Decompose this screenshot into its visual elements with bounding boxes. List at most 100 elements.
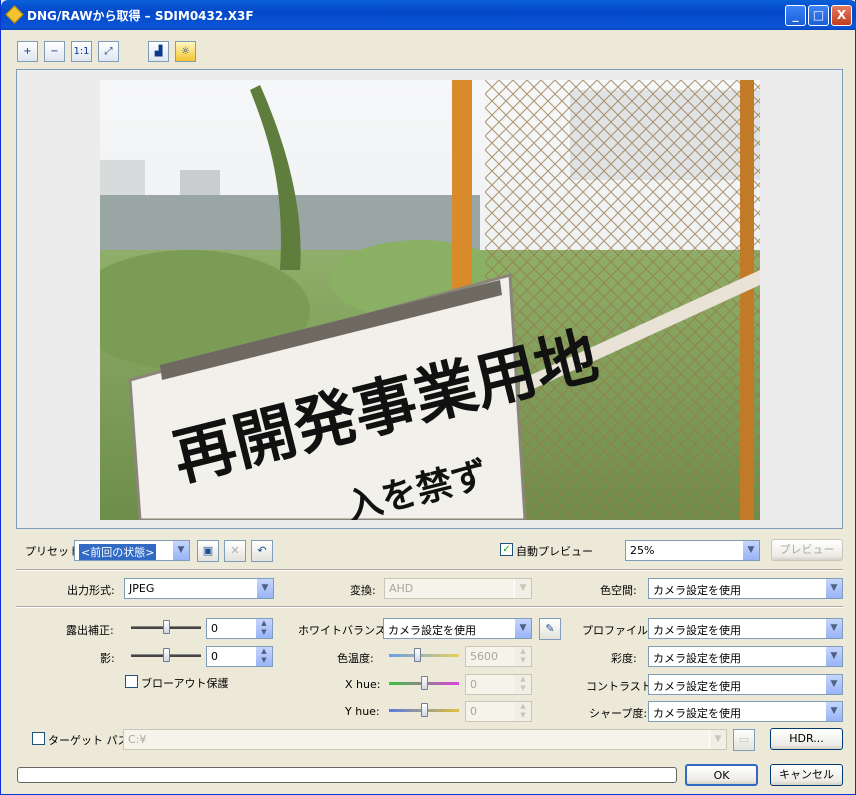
zoom-value: 25% <box>630 544 655 557</box>
fit-screen-icon[interactable]: ⤢ <box>98 41 119 62</box>
effects-icon[interactable]: ☼ <box>175 41 196 62</box>
convert-value: AHD <box>389 582 414 595</box>
sharpness-value: カメラ設定を使用 <box>653 707 741 720</box>
color-temp-stepper[interactable]: 5600 ▲ ▼ <box>465 646 532 667</box>
chevron-down-icon: ▼ <box>172 541 189 560</box>
divider <box>16 569 843 571</box>
chevron-down-icon: ▼ <box>825 647 842 666</box>
stepper-arrows-icon[interactable]: ▲ ▼ <box>256 619 272 638</box>
stepper-arrows-icon[interactable]: ▲ ▼ <box>515 675 531 694</box>
saturation-value: カメラ設定を使用 <box>653 652 741 665</box>
chevron-down-icon: ▼ <box>709 730 726 749</box>
target-path-checkbox[interactable] <box>32 732 45 745</box>
blowout-label: ブローアウト保護 <box>141 677 229 690</box>
y-hue-stepper[interactable]: 0 ▲ ▼ <box>465 701 532 722</box>
output-format-label: 出力形式: <box>67 584 115 597</box>
colorspace-value: カメラ設定を使用 <box>653 584 741 597</box>
cancel-button[interactable]: キャンセル <box>770 764 843 786</box>
saturation-label: 彩度: <box>611 652 637 665</box>
blowout-checkbox[interactable] <box>125 675 138 688</box>
contrast-value: カメラ設定を使用 <box>653 680 741 693</box>
y-hue-slider-knob[interactable] <box>421 703 428 717</box>
color-temp-value: 5600 <box>470 650 498 663</box>
exposure-value: 0 <box>211 622 218 635</box>
preview-button[interactable]: プレビュー <box>771 539 843 561</box>
zoom-out-icon[interactable]: − <box>44 41 65 62</box>
auto-preview-checkbox[interactable]: ✓ <box>500 543 513 556</box>
chevron-down-icon: ▼ <box>825 579 842 598</box>
delete-preset-icon[interactable]: ✕ <box>224 540 246 562</box>
stepper-arrows-icon[interactable]: ▲ ▼ <box>515 702 531 721</box>
shadow-slider-knob[interactable] <box>163 648 170 662</box>
chevron-down-icon: ▼ <box>514 579 531 598</box>
profile-select[interactable]: カメラ設定を使用 ▼ <box>648 618 843 639</box>
actual-size-icon[interactable]: 1:1 <box>71 41 92 62</box>
exposure-slider-knob[interactable] <box>163 620 170 634</box>
output-format-value: JPEG <box>129 582 155 595</box>
chevron-down-icon: ▼ <box>825 619 842 638</box>
shadow-label: 影: <box>100 652 115 665</box>
color-temp-label: 色温度: <box>337 652 374 665</box>
output-format-select[interactable]: JPEG ▼ <box>124 578 274 599</box>
app-icon <box>5 5 24 24</box>
preset-select[interactable]: <前回の状態> ▼ <box>74 540 190 561</box>
exposure-slider[interactable] <box>131 620 201 634</box>
folder-icon[interactable]: ▭ <box>733 729 755 751</box>
sharpness-select[interactable]: カメラ設定を使用 ▼ <box>648 701 843 722</box>
chevron-down-icon: ▼ <box>256 579 273 598</box>
maximize-button[interactable]: □ <box>808 5 829 26</box>
sharpness-label: シャープ度: <box>589 707 648 720</box>
contrast-select[interactable]: カメラ設定を使用 ▼ <box>648 674 843 695</box>
target-path-value: C:¥ <box>128 733 147 746</box>
minimize-button[interactable]: _ <box>785 5 806 26</box>
zoom-in-icon[interactable]: + <box>17 41 38 62</box>
divider <box>16 606 843 608</box>
zoom-select[interactable]: 25% ▼ <box>625 540 760 561</box>
colorspace-label: 色空間: <box>600 584 637 597</box>
progress-bar <box>17 767 677 783</box>
color-temp-slider-knob[interactable] <box>414 648 421 662</box>
shadow-slider[interactable] <box>131 648 201 662</box>
chevron-down-icon: ▼ <box>825 675 842 694</box>
white-balance-select[interactable]: カメラ設定を使用 ▼ <box>383 618 532 639</box>
preset-value: <前回の状態> <box>79 544 157 560</box>
saturation-select[interactable]: カメラ設定を使用 ▼ <box>648 646 843 667</box>
reset-icon[interactable]: ↶ <box>251 540 273 562</box>
white-balance-label: ホワイトバランス: <box>298 624 390 637</box>
x-hue-stepper[interactable]: 0 ▲ ▼ <box>465 674 532 695</box>
stepper-arrows-icon[interactable]: ▲ ▼ <box>256 647 272 666</box>
exposure-label: 露出補正: <box>66 624 114 637</box>
target-path-input[interactable]: C:¥ ▼ <box>123 729 727 750</box>
title-bar[interactable]: DNG/RAWから取得 – SDIM0432.X3F _ □ X <box>1 0 856 30</box>
raw-import-dialog: DNG/RAWから取得 – SDIM0432.X3F _ □ X + − 1:1… <box>0 0 856 795</box>
y-hue-label: Y hue: <box>345 705 380 718</box>
colorspace-select[interactable]: カメラ設定を使用 ▼ <box>648 578 843 599</box>
convert-label: 変換: <box>350 584 376 597</box>
color-temp-slider[interactable] <box>389 648 459 662</box>
hdr-button[interactable]: HDR... <box>770 728 843 750</box>
chevron-down-icon: ▼ <box>514 619 531 638</box>
histogram-icon[interactable]: ▟ <box>148 41 169 62</box>
shadow-stepper[interactable]: 0 ▲ ▼ <box>206 646 273 667</box>
save-preset-icon[interactable]: ▣ <box>197 540 219 562</box>
exposure-stepper[interactable]: 0 ▲ ▼ <box>206 618 273 639</box>
x-hue-value: 0 <box>470 678 477 691</box>
chevron-down-icon: ▼ <box>742 541 759 560</box>
x-hue-slider-knob[interactable] <box>421 676 428 690</box>
contrast-label: コントラスト: <box>586 680 656 693</box>
stepper-arrows-icon[interactable]: ▲ ▼ <box>515 647 531 666</box>
x-hue-slider[interactable] <box>389 676 459 690</box>
x-hue-label: X hue: <box>345 678 381 691</box>
window-title: DNG/RAWから取得 – SDIM0432.X3F <box>27 9 254 23</box>
white-balance-value: カメラ設定を使用 <box>388 624 476 637</box>
y-hue-slider[interactable] <box>389 703 459 717</box>
convert-select[interactable]: AHD ▼ <box>384 578 532 599</box>
close-button[interactable]: X <box>831 5 852 26</box>
image-preview[interactable]: 再開発事業用地 入を禁ず <box>16 69 843 529</box>
ok-button[interactable]: OK <box>685 764 758 786</box>
preview-photo: 再開発事業用地 入を禁ず <box>100 80 760 520</box>
auto-preview-label: 自動プレビュー <box>516 545 593 558</box>
eyedropper-icon[interactable]: ✎ <box>539 618 561 640</box>
target-path-label: ターゲット パス: <box>48 734 133 747</box>
profile-value: カメラ設定を使用 <box>653 624 741 637</box>
